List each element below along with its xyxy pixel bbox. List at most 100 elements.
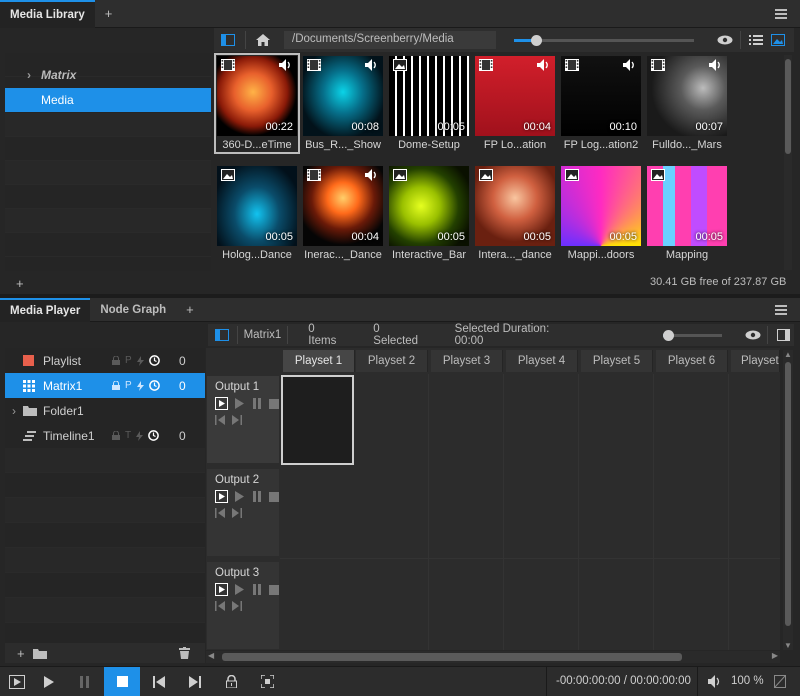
matrix-cell[interactable]: [504, 374, 579, 467]
breadcrumb[interactable]: Matrix1: [244, 329, 282, 341]
library-scrollbar[interactable]: [784, 55, 792, 270]
add-tab-icon[interactable]: +: [95, 6, 123, 21]
matrix-cell[interactable]: [654, 559, 729, 650]
media-thumbnail[interactable]: 00:05 Intera..._dance: [475, 166, 555, 261]
scroll-thumb[interactable]: [785, 362, 791, 626]
toggle-sidebar-icon[interactable]: [217, 29, 239, 51]
bolt-icon[interactable]: [136, 380, 144, 391]
matrix-cell[interactable]: [504, 466, 579, 559]
add-tab-icon[interactable]: +: [176, 302, 204, 317]
matrix-cell[interactable]: [654, 374, 729, 467]
bolt-icon[interactable]: [136, 355, 144, 366]
folder-icon[interactable]: [32, 648, 47, 659]
playset-header[interactable]: Playset 5: [581, 350, 653, 372]
matrix-hscrollbar[interactable]: ◀ ▶: [206, 651, 780, 663]
output-play-icon[interactable]: [235, 584, 244, 595]
media-thumbnail[interactable]: 00:07 Fulldo..._Mars: [647, 56, 727, 151]
matrix-cell[interactable]: [281, 375, 354, 465]
output-stop-icon[interactable]: [269, 491, 279, 502]
clock-icon[interactable]: [148, 430, 159, 441]
panel-toggle-icon[interactable]: [772, 324, 794, 346]
lock-icon[interactable]: [112, 431, 120, 440]
lock-icon[interactable]: [112, 381, 120, 390]
player-menu-icon[interactable]: [775, 305, 787, 315]
trigger-icon[interactable]: T: [125, 430, 131, 441]
output-play-mode-icon[interactable]: [215, 583, 228, 596]
output-next-icon[interactable]: [232, 601, 242, 611]
output-play-mode-icon[interactable]: [215, 397, 228, 410]
play-mode-icon[interactable]: [4, 669, 30, 695]
matrix-cell[interactable]: [429, 559, 504, 650]
matrix-cell[interactable]: [504, 559, 579, 650]
tree-item-media[interactable]: Media: [5, 88, 211, 112]
output-row-header[interactable]: Output 1: [207, 376, 279, 463]
matrix-cell[interactable]: [354, 466, 429, 559]
grid-view-icon[interactable]: [767, 29, 789, 51]
playset-header[interactable]: Playset: [731, 350, 780, 372]
output-previous-icon[interactable]: [215, 601, 225, 611]
zoom-slider-handle[interactable]: [662, 329, 674, 341]
matrix-cell[interactable]: [429, 374, 504, 467]
home-icon[interactable]: [252, 29, 274, 51]
media-thumbnail[interactable]: 00:04 Inerac..._Dance: [303, 166, 383, 261]
media-thumbnail[interactable]: 00:10 FP Log...ation2: [561, 56, 641, 151]
output-row-header[interactable]: Output 3: [207, 562, 279, 649]
list-item[interactable]: Matrix1 P 0: [5, 373, 205, 398]
zoom-slider[interactable]: [662, 329, 722, 341]
scroll-thumb[interactable]: [222, 653, 682, 661]
playset-header[interactable]: Playset 1: [283, 350, 355, 372]
media-thumbnail[interactable]: 00:08 Bus_R..._Show: [303, 56, 383, 151]
volume-level[interactable]: 100 %: [731, 675, 764, 687]
matrix-cell[interactable]: [429, 466, 504, 559]
bolt-icon[interactable]: [136, 430, 144, 441]
playset-header[interactable]: Playset 4: [506, 350, 578, 372]
eye-icon[interactable]: [714, 29, 736, 51]
clock-icon[interactable]: [148, 355, 160, 366]
media-thumbnail[interactable]: 00:22 360-D...eTime: [214, 53, 300, 154]
matrix-cell[interactable]: [280, 559, 355, 650]
output-row-header[interactable]: Output 2: [207, 469, 279, 556]
pause-button[interactable]: [72, 669, 98, 695]
trash-icon[interactable]: [178, 647, 190, 659]
matrix-cell[interactable]: [654, 466, 729, 559]
tab-media-player[interactable]: Media Player: [0, 297, 91, 322]
eye-icon[interactable]: [742, 324, 764, 346]
zoom-slider-handle[interactable]: [531, 34, 542, 46]
next-button[interactable]: [182, 669, 208, 695]
preload-icon[interactable]: P: [125, 380, 132, 391]
playset-header[interactable]: Playset 2: [356, 350, 428, 372]
toggle-sidebar-icon[interactable]: [211, 324, 233, 346]
output-previous-icon[interactable]: [215, 415, 225, 425]
output-pause-icon[interactable]: [253, 584, 262, 595]
media-thumbnail[interactable]: 00:05 Mapping: [647, 166, 727, 261]
zoom-slider[interactable]: [514, 34, 694, 46]
list-item[interactable]: › Folder1: [5, 398, 205, 423]
output-pause-icon[interactable]: [253, 491, 262, 502]
lock-icon[interactable]: [112, 356, 120, 365]
output-stop-icon[interactable]: [269, 584, 279, 595]
clock-icon[interactable]: [148, 380, 160, 391]
lock-icon[interactable]: [218, 669, 244, 695]
matrix-cell[interactable]: [729, 374, 780, 467]
matrix-cell[interactable]: [729, 559, 780, 650]
add-icon[interactable]: +: [17, 646, 25, 661]
matrix-cell[interactable]: [579, 559, 654, 650]
chevron-right-icon[interactable]: ›: [12, 404, 16, 418]
tab-node-graph[interactable]: Node Graph: [90, 298, 176, 322]
fullscreen-icon[interactable]: [254, 669, 280, 695]
playset-header[interactable]: Playset 3: [431, 350, 503, 372]
scroll-thumb[interactable]: [785, 59, 791, 154]
output-next-icon[interactable]: [232, 415, 242, 425]
media-thumbnail[interactable]: 00:05 Holog...Dance: [217, 166, 297, 261]
matrix-cell[interactable]: [729, 466, 780, 559]
output-play-icon[interactable]: [235, 398, 244, 409]
matrix-cell[interactable]: [579, 466, 654, 559]
media-thumbnail[interactable]: 00:05 Mappi...doors: [561, 166, 641, 261]
list-item[interactable]: Playlist P 0: [5, 348, 205, 373]
matrix-cell[interactable]: [280, 466, 355, 559]
library-menu-icon[interactable]: [775, 9, 787, 19]
output-stop-icon[interactable]: [269, 398, 279, 409]
playset-header[interactable]: Playset 6: [656, 350, 728, 372]
matrix-cell[interactable]: [354, 374, 429, 467]
media-thumbnail[interactable]: 00:05 Interactive_Bar: [389, 166, 469, 261]
